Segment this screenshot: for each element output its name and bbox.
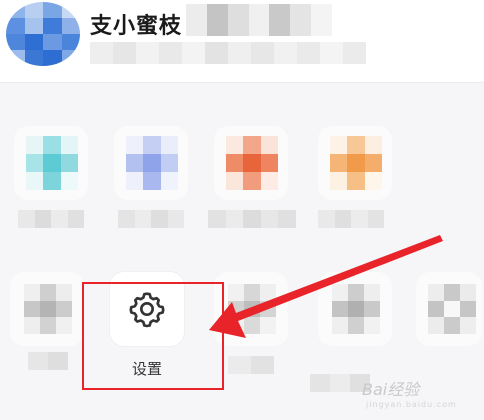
watermark-sub: jingyan.baidu.com [366,400,457,409]
watermark: Bai经验 [362,380,420,399]
annotation-arrow [209,235,443,338]
